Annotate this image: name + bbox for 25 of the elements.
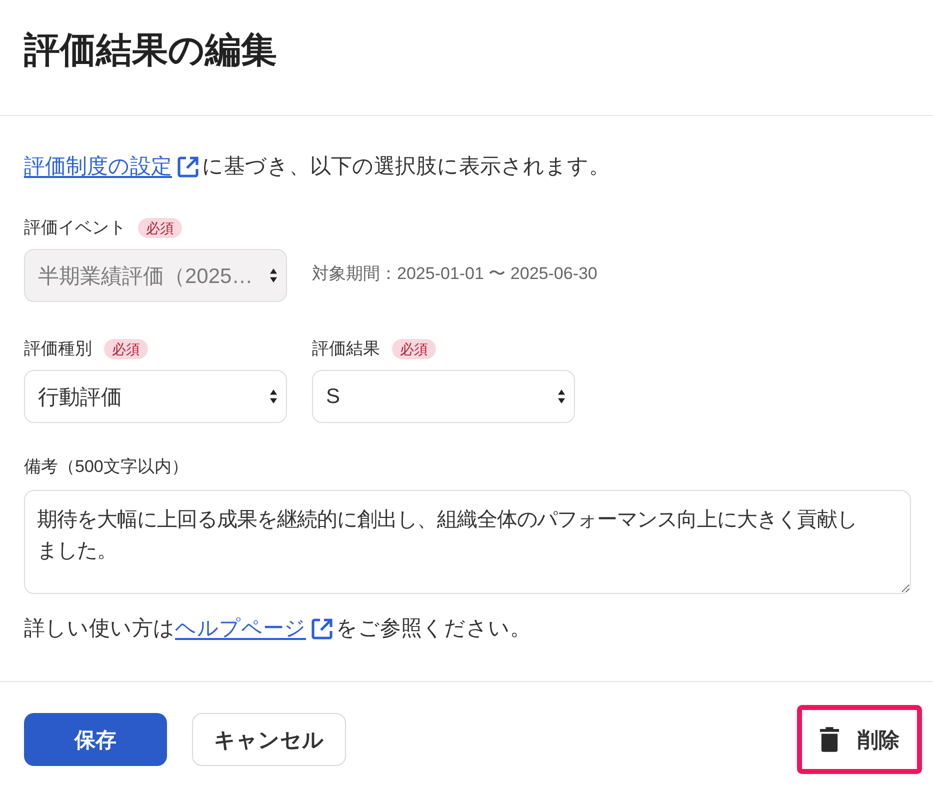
sort-arrows-icon bbox=[558, 389, 565, 404]
help-link[interactable]: ヘルプページ bbox=[175, 614, 306, 644]
delete-button[interactable]: 削除 bbox=[797, 705, 922, 774]
help-text: 詳しい使い方はヘルプページ をご参照ください。 bbox=[24, 614, 531, 644]
settings-link[interactable]: 評価制度の設定 bbox=[24, 152, 172, 182]
intro-text: 評価制度の設定 に基づき、以下の選択肢に表示されます。 bbox=[24, 152, 610, 182]
required-badge: 必須 bbox=[138, 218, 182, 238]
cancel-button[interactable]: キャンセル bbox=[192, 713, 346, 766]
sort-arrows-icon bbox=[270, 268, 277, 283]
field-label: 評価種別 bbox=[24, 338, 92, 360]
field-label: 評価イベント bbox=[24, 217, 126, 239]
select-field[interactable]: 行動評価 bbox=[24, 370, 287, 423]
trash-icon bbox=[820, 727, 838, 752]
field-label: 備考（500文字以内） bbox=[24, 456, 188, 478]
sort-arrows-icon bbox=[270, 389, 277, 404]
save-button[interactable]: 保存 bbox=[24, 713, 167, 766]
required-badge: 必須 bbox=[104, 339, 148, 359]
external-link-icon[interactable] bbox=[310, 617, 334, 641]
field-label: 評価結果 bbox=[312, 338, 380, 360]
page-title: 評価結果の編集 bbox=[24, 28, 277, 72]
memo-field[interactable]: 期待を大幅に上回る成果を継続的に創出し、組織全体のパフォーマンス向上に大きく貢献しました。 bbox=[24, 490, 911, 594]
external-link-icon[interactable] bbox=[176, 155, 200, 179]
select-field[interactable]: S bbox=[312, 370, 575, 423]
required-badge: 必須 bbox=[392, 339, 436, 359]
period-text: 対象期間：2025-01-01 〜 2025-06-30 bbox=[312, 263, 598, 285]
